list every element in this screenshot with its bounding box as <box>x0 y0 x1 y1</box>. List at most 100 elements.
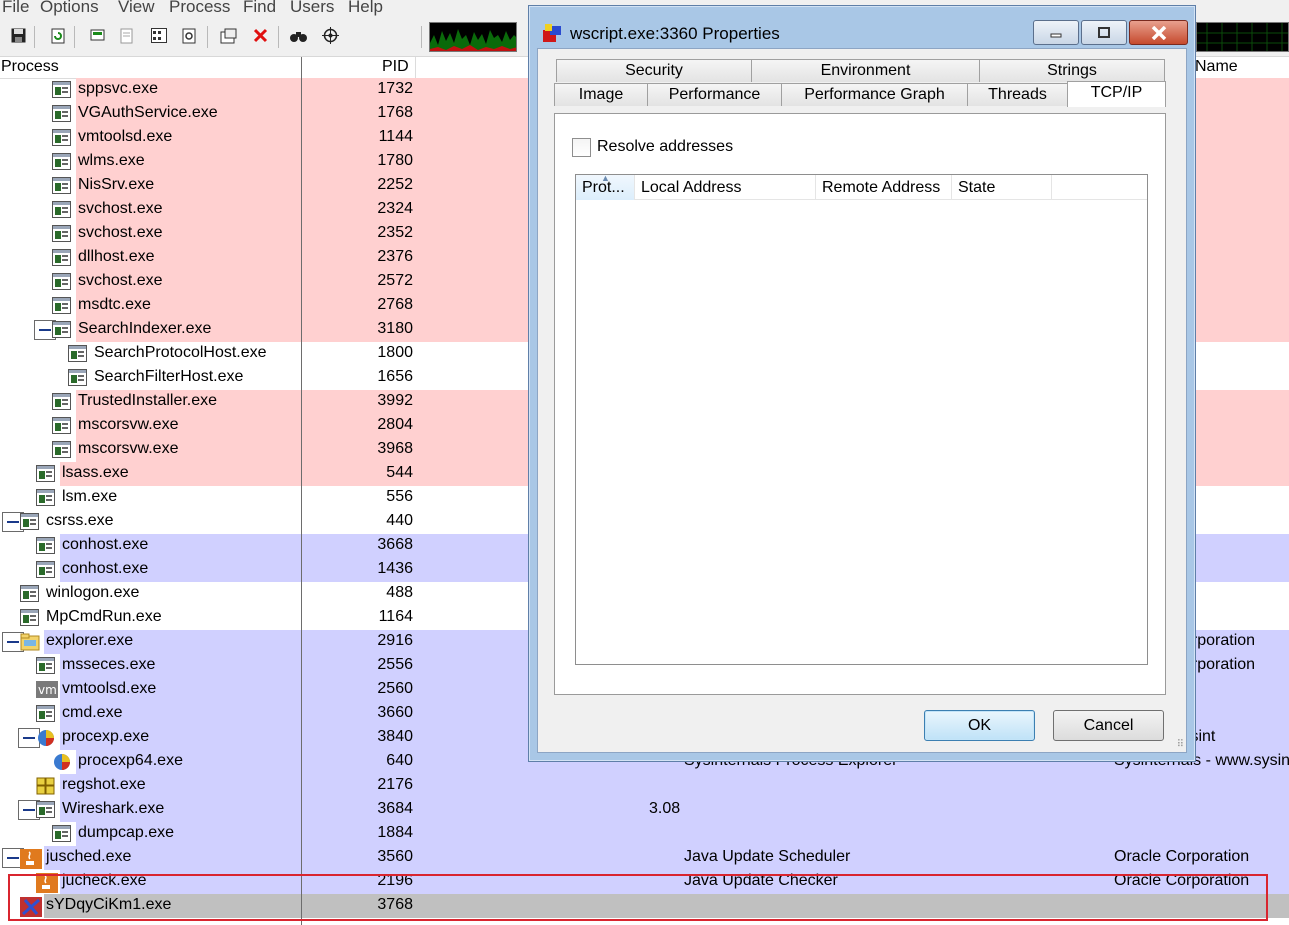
window-icon <box>52 417 71 434</box>
process-cpu: 3.08 <box>649 800 681 817</box>
process-name: NisSrv.exe <box>78 176 155 193</box>
process-pid: 3968 <box>377 440 413 457</box>
column-company-name[interactable]: Name <box>1195 58 1238 76</box>
process-name: winlogon.exe <box>46 584 140 601</box>
process-pid: 640 <box>386 752 413 769</box>
connections-list[interactable]: Prot... ▲ Local Address Remote Address S… <box>575 173 1148 665</box>
process-pid: 3684 <box>377 800 413 817</box>
process-pid: 2556 <box>377 656 413 673</box>
menu-view[interactable]: View <box>118 0 155 17</box>
process-name: conhost.exe <box>62 560 149 577</box>
process-name: cmd.exe <box>62 704 123 721</box>
window-icon <box>36 561 55 578</box>
process-pid: 2804 <box>377 416 413 433</box>
tab-tcp-ip[interactable]: TCP/IP <box>1067 81 1166 107</box>
process-name: SearchIndexer.exe <box>78 320 212 337</box>
process-name: vmtoolsd.exe <box>78 128 173 145</box>
menu-file[interactable]: File <box>2 0 29 17</box>
window-icon <box>52 273 71 290</box>
kill-process-icon[interactable] <box>252 27 269 44</box>
process-row[interactable]: regshot.exe 2176 <box>0 774 1289 798</box>
process-company: Oracle Corporation <box>1114 848 1250 865</box>
io-graph[interactable] <box>1196 22 1289 52</box>
minimize-button[interactable] <box>1033 20 1079 45</box>
procexp-icon <box>52 753 71 770</box>
close-button[interactable] <box>1129 20 1188 45</box>
tab-security[interactable]: Security <box>556 59 752 82</box>
cancel-button[interactable]: Cancel <box>1053 710 1164 741</box>
dialog-titlebar[interactable]: wscript.exe:3360 Properties <box>529 6 1195 48</box>
column-state[interactable]: State <box>952 175 1052 200</box>
ok-button[interactable]: OK <box>924 710 1035 741</box>
tab-performance-graph[interactable]: Performance Graph <box>781 83 968 106</box>
regshot-icon <box>36 777 55 795</box>
properties-icon[interactable] <box>118 27 135 44</box>
tree-view-icon[interactable] <box>150 27 167 44</box>
window-icon <box>36 801 55 818</box>
column-local-address[interactable]: Local Address <box>635 175 816 200</box>
dialog-app-icon <box>542 23 562 48</box>
cpu-usage-graph[interactable] <box>429 22 517 52</box>
window-icon <box>52 153 71 170</box>
column-remote-address[interactable]: Remote Address <box>816 175 952 200</box>
window-icon <box>20 585 39 602</box>
process-pid: 3660 <box>377 704 413 721</box>
maximize-button[interactable] <box>1081 20 1127 45</box>
find-binoculars-icon[interactable] <box>290 27 307 44</box>
resolve-addresses-label: Resolve addresses <box>597 138 734 155</box>
process-pid: 2916 <box>377 632 413 649</box>
process-pid: 3560 <box>377 848 413 865</box>
process-row[interactable]: dumpcap.exe 1884 <box>0 822 1289 846</box>
find-window-icon[interactable] <box>181 27 198 44</box>
system-info-icon[interactable] <box>89 27 106 44</box>
process-pid: 2768 <box>377 296 413 313</box>
window-icon <box>20 513 39 530</box>
process-pid: 1656 <box>377 368 413 385</box>
window-icon <box>52 249 71 266</box>
process-row[interactable]: jusched.exe 3560 Java Update Scheduler Orac… <box>0 846 1289 870</box>
refresh-icon[interactable] <box>50 27 67 44</box>
process-pid: 3840 <box>377 728 413 745</box>
resize-grip-icon[interactable]: ⠿ <box>1177 739 1184 750</box>
tab-threads[interactable]: Threads <box>967 83 1068 106</box>
process-pid: 2376 <box>377 248 413 265</box>
process-pid: 488 <box>386 584 413 601</box>
tab-image[interactable]: Image <box>554 83 648 106</box>
window-icon <box>52 129 71 146</box>
process-name: mscorsvw.exe <box>78 440 179 457</box>
menu-find[interactable]: Find <box>243 0 276 17</box>
column-process[interactable]: Process <box>1 58 59 76</box>
window-icon <box>52 201 71 218</box>
explorer-icon <box>20 633 40 651</box>
process-name: VGAuthService.exe <box>78 104 218 121</box>
row-tint <box>76 822 1289 846</box>
process-row[interactable]: Wireshark.exe 3684 3.08 <box>0 798 1289 822</box>
process-description: Java Update Scheduler <box>684 848 851 865</box>
process-name: wlms.exe <box>78 152 145 169</box>
process-name: dllhost.exe <box>78 248 155 265</box>
process-pid: 1164 <box>378 608 413 625</box>
window-icon <box>36 537 55 554</box>
process-name: svchost.exe <box>78 272 163 289</box>
dll-view-icon[interactable] <box>220 27 237 44</box>
tab-performance[interactable]: Performance <box>647 83 782 106</box>
process-pid: 1884 <box>377 824 413 841</box>
process-name: mscorsvw.exe <box>78 416 179 433</box>
window-icon <box>36 705 55 722</box>
menu-users[interactable]: Users <box>290 0 334 17</box>
tab-strings[interactable]: Strings <box>979 59 1165 82</box>
process-pid: 3668 <box>377 536 413 553</box>
process-name: SearchFilterHost.exe <box>94 368 244 385</box>
target-crosshair-icon[interactable] <box>322 27 339 44</box>
tab-environment[interactable]: Environment <box>751 59 980 82</box>
resolve-addresses-checkbox[interactable] <box>572 138 591 157</box>
menu-options[interactable]: Options <box>40 0 99 17</box>
window-icon <box>52 105 71 122</box>
menu-process[interactable]: Process <box>169 0 230 17</box>
process-name: lsass.exe <box>62 464 129 481</box>
column-pid[interactable]: PID <box>382 58 409 76</box>
save-icon[interactable] <box>10 27 27 44</box>
process-name: msdtc.exe <box>78 296 151 313</box>
process-pid: 2572 <box>377 272 413 289</box>
menu-help[interactable]: Help <box>348 0 383 17</box>
